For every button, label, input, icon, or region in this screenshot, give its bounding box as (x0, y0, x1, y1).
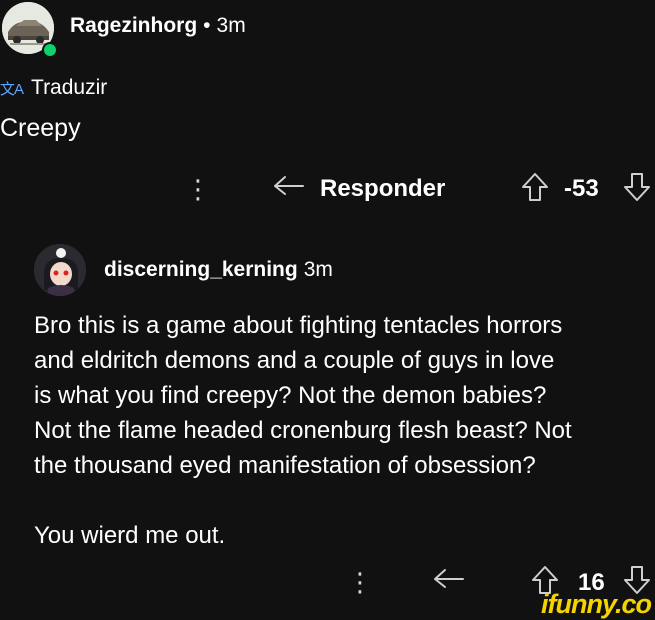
translate-button[interactable]: 文A Traduzir (0, 76, 107, 100)
text-line: You wierd me out. (34, 522, 226, 549)
reply-icon (434, 569, 464, 588)
comment-header: Ragezinhorg • 3m (70, 14, 246, 38)
text-line: Bro this is a game about fighting tentac… (34, 312, 563, 339)
text-line: and eldritch demons and a couple of guys… (34, 347, 555, 374)
timestamp: 3m (216, 14, 246, 37)
reply-button[interactable] (432, 567, 466, 600)
reply-icon (274, 176, 304, 195)
comment-header: discerning_kerning 3m (104, 258, 333, 282)
text-line: the thousand eyed manifestation of obses… (34, 452, 536, 479)
translate-label: Traduzir (31, 76, 108, 99)
separator: • (203, 14, 211, 37)
vote-count: -53 (564, 175, 599, 202)
upvote-icon (522, 173, 548, 201)
reply-text: Bro this is a game about fighting tentac… (34, 308, 655, 553)
text-line: is what you find creepy? Not the demon b… (34, 382, 547, 409)
timestamp: 3m (303, 258, 333, 281)
ifunny-watermark: ifunny.co (541, 589, 652, 619)
character-avatar-image (34, 244, 86, 296)
downvote-button[interactable] (622, 171, 652, 208)
translate-icon: 文A (0, 80, 24, 98)
comment-text: Creepy (0, 114, 81, 142)
avatar[interactable] (34, 244, 86, 296)
text-line: Not the flame headed cronenburg flesh be… (34, 417, 572, 444)
online-status-icon (42, 42, 58, 58)
more-options-icon[interactable]: ⋮ (185, 176, 211, 202)
more-options-icon[interactable]: ⋮ (347, 569, 373, 595)
username[interactable]: Ragezinhorg (70, 14, 197, 37)
reply-button[interactable] (272, 174, 306, 207)
downvote-icon (624, 173, 650, 201)
username[interactable]: discerning_kerning (104, 258, 298, 281)
upvote-button[interactable] (520, 171, 550, 208)
reply-label[interactable]: Responder (320, 175, 445, 203)
